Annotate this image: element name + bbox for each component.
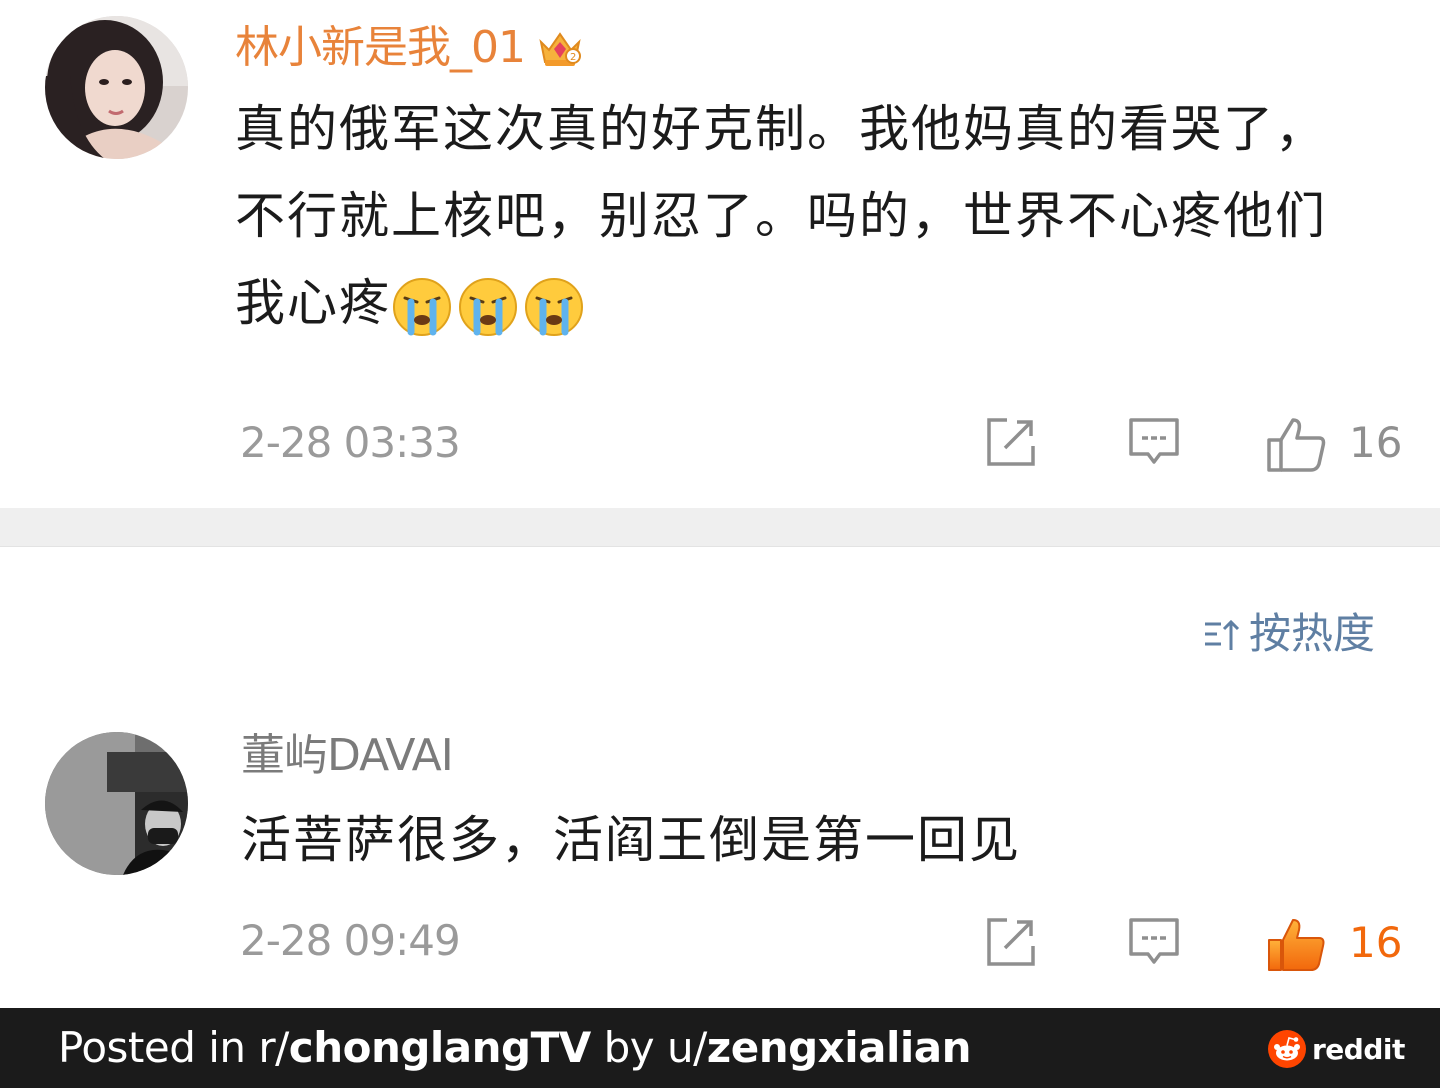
comment-item: 董屿DAVAI 活菩萨很多，活阎王倒是第一回见 2-28 09:49 16 bbox=[0, 718, 1440, 1008]
footer-prefix: Posted in r/ bbox=[58, 1023, 289, 1072]
username[interactable]: 林小新是我_01 2 bbox=[235, 20, 583, 82]
sort-label: 按热度 bbox=[1249, 609, 1376, 658]
comment-item: 林小新是我_01 2 真的俄军这次真的好克制。我他妈真的看哭了，不行就上核吧，别… bbox=[0, 0, 1440, 508]
share-icon[interactable] bbox=[985, 916, 1037, 972]
comment-actions: 16 bbox=[0, 414, 1440, 474]
thumbs-up-liked-icon[interactable] bbox=[1265, 916, 1327, 978]
footer-by: by u/ bbox=[590, 1023, 708, 1072]
avatar[interactable] bbox=[45, 732, 188, 875]
footer-attribution: Posted in r/chonglangTV by u/zengxialian bbox=[58, 1020, 972, 1076]
reddit-wordmark: reddit bbox=[1312, 1032, 1405, 1066]
user-link[interactable]: zengxialian bbox=[707, 1023, 972, 1072]
crying-emoji-icon bbox=[457, 276, 519, 365]
avatar-image bbox=[45, 16, 188, 159]
reddit-logo: reddit bbox=[1268, 1030, 1405, 1070]
emoji-group bbox=[391, 274, 589, 365]
sort-icon bbox=[1205, 619, 1240, 650]
username-text: 董屿DAVAI bbox=[241, 730, 454, 781]
thumbs-up-icon[interactable] bbox=[1265, 416, 1327, 478]
comment-text: 活菩萨很多，活阎王倒是第一回见 bbox=[241, 811, 1021, 869]
reply-icon[interactable] bbox=[1128, 416, 1180, 472]
reddit-snoo-icon bbox=[1268, 1030, 1306, 1068]
section-divider bbox=[0, 508, 1440, 547]
like-count: 16 bbox=[1349, 418, 1403, 467]
username[interactable]: 董屿DAVAI bbox=[241, 728, 454, 784]
subreddit-link[interactable]: chonglangTV bbox=[289, 1023, 591, 1072]
crying-emoji-icon bbox=[523, 276, 585, 365]
like-count: 16 bbox=[1349, 918, 1403, 967]
vip-crown-icon: 2 bbox=[537, 26, 583, 82]
sort-by-hot-button[interactable]: 按热度 bbox=[1203, 600, 1376, 658]
comment-actions: 16 bbox=[0, 914, 1440, 974]
reddit-footer-bar: Posted in r/chonglangTV by u/zengxialian… bbox=[0, 1008, 1440, 1088]
share-icon[interactable] bbox=[985, 416, 1037, 472]
svg-text:2: 2 bbox=[570, 52, 576, 63]
comment-text: 真的俄军这次真的好克制。我他妈真的看哭了，不行就上核吧，别忍了。吗的，世界不心疼… bbox=[235, 86, 1365, 365]
reply-icon[interactable] bbox=[1128, 916, 1180, 972]
avatar-image bbox=[45, 732, 188, 875]
avatar[interactable] bbox=[45, 16, 188, 159]
crying-emoji-icon bbox=[391, 276, 453, 365]
username-text: 林小新是我_01 bbox=[235, 22, 526, 73]
